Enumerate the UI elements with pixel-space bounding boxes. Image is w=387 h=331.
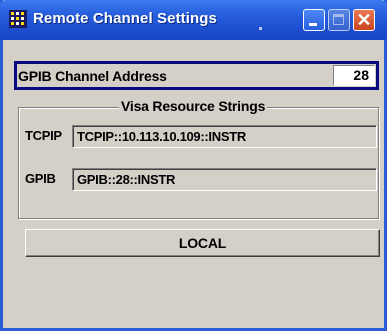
tcpip-resource-string-field: TCPIP::10.113.10.109::INSTR xyxy=(72,125,377,148)
window-client-area: GPIB Channel Address 28 Visa Resource St… xyxy=(3,40,384,328)
minimize-icon xyxy=(309,23,317,26)
title-bar[interactable]: Remote Channel Settings ✕ xyxy=(0,0,387,40)
local-button[interactable]: LOCAL xyxy=(25,229,380,257)
gpib-resource-string-field: GPIB::28::INSTR xyxy=(72,168,377,191)
remote-channel-settings-window: Remote Channel Settings ✕ GPIB Channel A… xyxy=(0,0,387,331)
visa-resource-strings-group: Visa Resource Strings TCPIP TCPIP::10.11… xyxy=(18,98,379,219)
minimize-button[interactable] xyxy=(303,9,325,31)
window-title: Remote Channel Settings xyxy=(33,10,217,27)
app-grid-icon xyxy=(9,10,27,28)
maximize-icon xyxy=(333,14,344,25)
tcpip-label: TCPIP xyxy=(25,128,62,143)
gpib-channel-address-panel: GPIB Channel Address 28 xyxy=(14,61,379,90)
gpib-label: GPIB xyxy=(25,171,56,186)
close-button[interactable]: ✕ xyxy=(353,9,375,31)
gpib-channel-address-field[interactable]: 28 xyxy=(333,65,375,86)
maximize-button[interactable] xyxy=(328,9,350,31)
visa-resource-strings-legend: Visa Resource Strings xyxy=(119,98,268,114)
close-icon: ✕ xyxy=(356,10,372,30)
title-bar-dot xyxy=(259,27,262,30)
gpib-channel-address-label: GPIB Channel Address xyxy=(18,68,167,84)
